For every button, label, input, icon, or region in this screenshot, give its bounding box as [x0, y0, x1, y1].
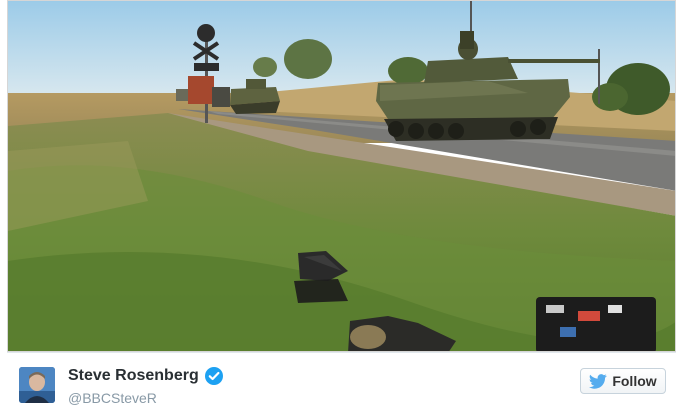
tweet-photo[interactable] — [7, 0, 676, 352]
author-handle[interactable]: @BBCSteveR — [68, 390, 157, 406]
author-display-name[interactable]: Steve Rosenberg — [68, 367, 199, 385]
tweet-author-bar: Steve Rosenberg @BBCSteveR Follow — [7, 353, 676, 410]
name-row: Steve Rosenberg — [68, 365, 223, 387]
tweet-card: Steve Rosenberg @BBCSteveR Follow — [0, 0, 685, 410]
verified-badge-icon — [204, 367, 223, 385]
twitter-bird-icon — [589, 373, 608, 389]
avatar-photo — [19, 367, 55, 403]
avatar[interactable] — [19, 367, 55, 403]
photo-scene — [8, 1, 675, 351]
follow-button[interactable]: Follow — [580, 368, 666, 394]
follow-button-label: Follow — [612, 373, 657, 389]
